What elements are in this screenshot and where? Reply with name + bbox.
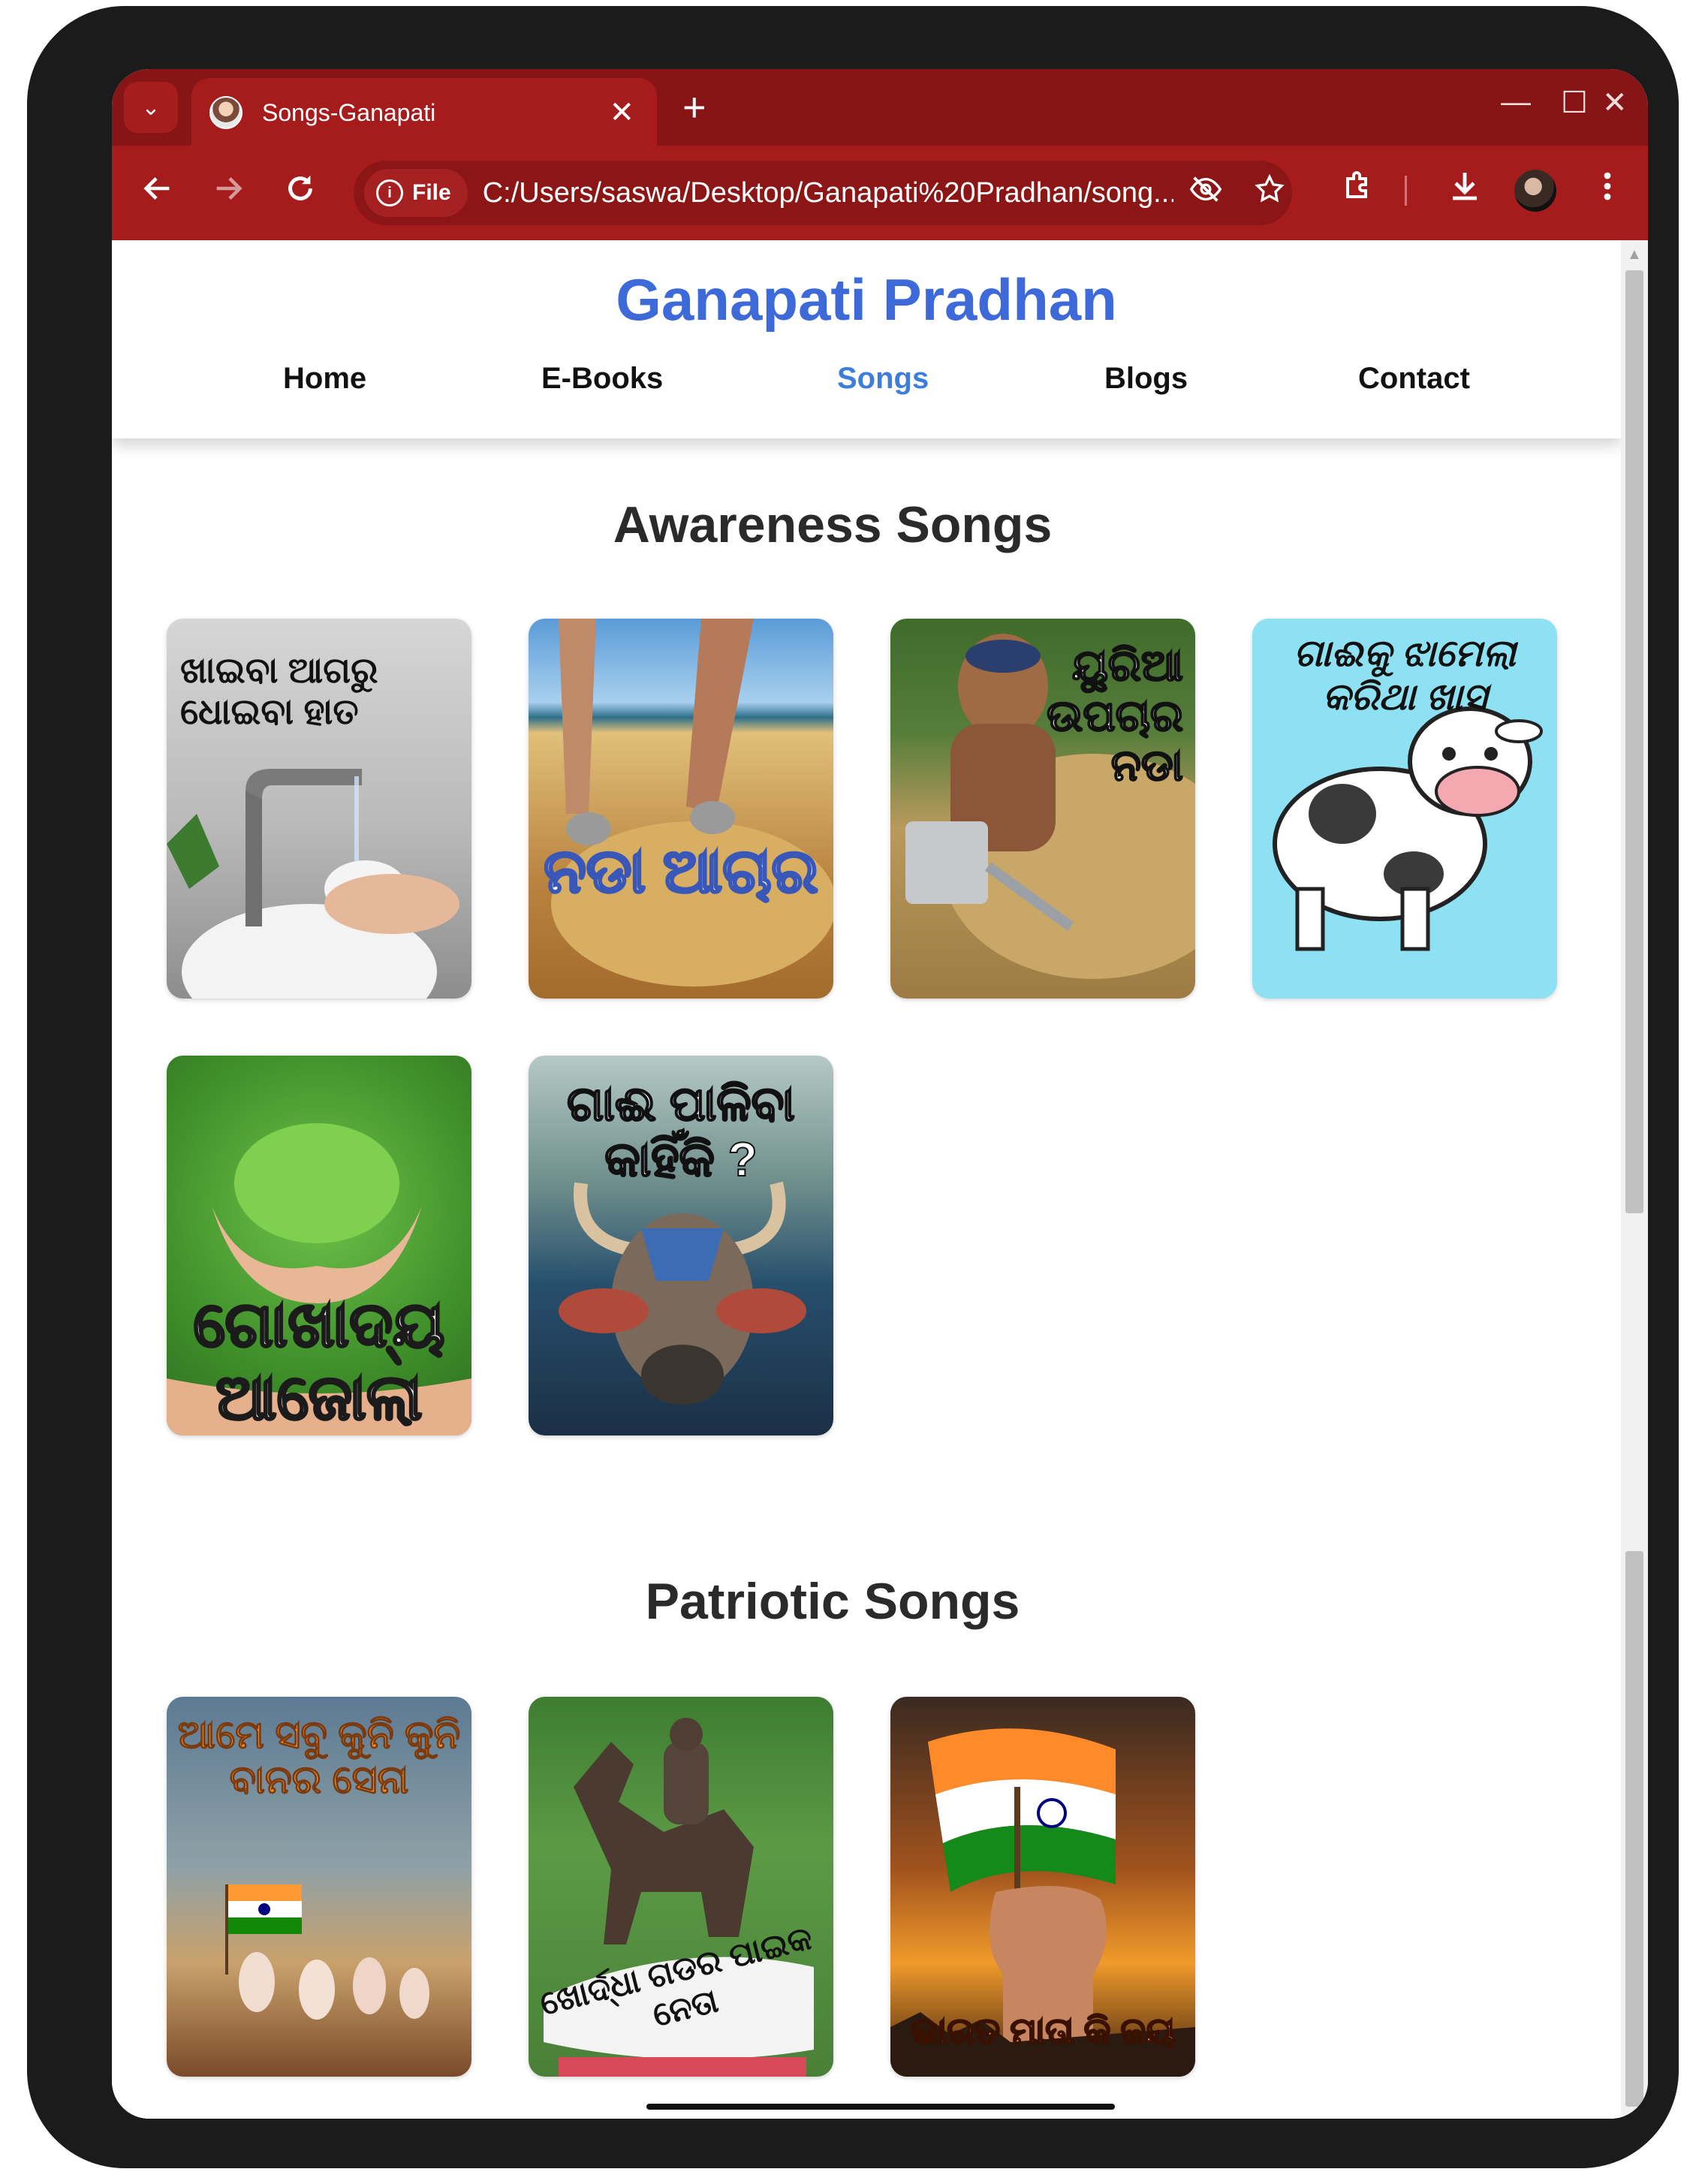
screen: ⌄ Songs-Ganapati ✕ + — ☐ ✕ i File C:/Use… <box>112 69 1648 2119</box>
card-caption: ଆମେ ସବୁ କୁନି କୁନି ବାନର ସେନା <box>177 1713 461 1803</box>
tab-title: Songs-Ganapati <box>262 98 436 126</box>
tab-close-icon[interactable]: ✕ <box>609 95 634 130</box>
toolbar-divider <box>1405 176 1407 206</box>
page-content: Ganapati Pradhan Home E-Books Songs Blog… <box>112 240 1621 2119</box>
browser-tab[interactable]: Songs-Ganapati ✕ <box>191 78 657 147</box>
star-icon[interactable] <box>1253 173 1286 213</box>
scroll-thumb[interactable] <box>1625 1551 1643 2107</box>
card-caption: ଭାରତ ମାତା କି ଜୟ <box>910 2011 1176 2052</box>
song-card-azolla[interactable]: ଗୋଖାଦ୍ୟ ଆଜୋଲା <box>167 1056 471 1435</box>
url-text[interactable]: C:/Users/saswa/Desktop/Ganapati%20Pradha… <box>483 177 1173 209</box>
scroll-track-upper[interactable] <box>1625 270 1643 1213</box>
nav-blogs[interactable]: Blogs <box>1104 362 1188 396</box>
song-card-bull[interactable]: ଗାଈ ପାଳିବା କାହିଁକି ? <box>529 1056 833 1435</box>
tab-favicon <box>209 96 242 129</box>
site-info-chip[interactable]: i File <box>364 169 468 217</box>
home-indicator[interactable] <box>646 2104 1115 2110</box>
forward-arrow-icon[interactable] <box>211 171 246 212</box>
card-caption: ନଡା ଆଚାର <box>543 836 820 906</box>
browser-toolbar: i File C:/Users/saswa/Desktop/Ganapati%2… <box>112 146 1648 240</box>
reload-icon[interactable] <box>283 171 318 212</box>
vertical-scrollbar[interactable]: ▲ <box>1621 240 1648 2119</box>
card-caption: ଗାଈ ପାଳିବା କାହିଁକି ? <box>566 1076 796 1187</box>
download-icon[interactable] <box>1447 168 1483 212</box>
song-card-straw[interactable]: ନଡା ଆଚାର <box>529 619 833 999</box>
back-arrow-icon[interactable] <box>140 171 175 212</box>
scroll-up-icon[interactable]: ▲ <box>1627 246 1642 264</box>
address-bar[interactable]: i File C:/Users/saswa/Desktop/Ganapati%2… <box>354 161 1292 225</box>
song-card-horse-statue[interactable]: ଖୋର୍ଦ୍ଧା ଗଡର ପାଇକ ନେତା <box>529 1697 833 2077</box>
song-card-hand-washing[interactable]: ଖାଇବା ଆଗରୁ ଧୋଇବା ହାତ <box>167 619 471 999</box>
site-title: Ganapati Pradhan <box>616 267 1117 333</box>
card-caption: ଗୋଖାଦ୍ୟ ଆଜୋଲା <box>192 1288 446 1433</box>
song-card-children-flag[interactable]: ଆମେ ସବୁ କୁନି କୁନି ବାନର ସେନା <box>167 1697 471 2077</box>
song-card-cow-cartoon[interactable]: ଗାଈକୁ ଝାମେଲା କରିଥା ଖାସ <box>1252 619 1557 999</box>
eye-off-icon[interactable] <box>1188 172 1223 214</box>
song-card-fist-flag[interactable]: ଭାରତ ମାତା କି ଜୟ <box>890 1697 1195 2077</box>
maximize-button[interactable]: ☐ <box>1561 86 1588 120</box>
card-caption: ଖାଇବା ଆଗରୁ ଧୋଇବା ହାତ <box>180 651 378 733</box>
card-caption: ୟୁରିଆ ଉପଚାର ନଡା <box>1046 640 1184 791</box>
section-title-patriotic: Patriotic Songs <box>645 1573 1020 1630</box>
straw-bundle-illustration <box>551 619 833 987</box>
new-tab-button[interactable]: + <box>682 84 706 131</box>
song-card-urea-straw[interactable]: ୟୁରିଆ ଉପଚାର ନଡା <box>890 619 1195 999</box>
card-caption: ଗାଈକୁ ଝାମେଲା କରିଥା ଖାସ <box>1294 632 1516 718</box>
profile-avatar[interactable] <box>1514 170 1556 212</box>
site-header: Ganapati Pradhan Home E-Books Songs Blog… <box>112 240 1621 438</box>
nav-contact[interactable]: Contact <box>1358 362 1470 396</box>
section-title-awareness: Awareness Songs <box>613 496 1053 553</box>
nav-songs[interactable]: Songs <box>837 362 929 396</box>
kebab-menu-icon[interactable] <box>1600 168 1615 212</box>
chevron-down-icon[interactable]: ⌄ <box>124 82 178 133</box>
browser-titlebar: ⌄ Songs-Ganapati ✕ + — ☐ ✕ <box>112 69 1648 147</box>
nav-home[interactable]: Home <box>283 362 366 396</box>
nav-ebooks[interactable]: E-Books <box>541 362 663 396</box>
extensions-icon[interactable] <box>1340 168 1376 212</box>
close-window-button[interactable]: ✕ <box>1602 86 1628 120</box>
file-label: File <box>412 180 451 205</box>
info-icon: i <box>376 179 403 206</box>
tablet-frame: ⌄ Songs-Ganapati ✕ + — ☐ ✕ i File C:/Use… <box>27 6 1679 2168</box>
minimize-button[interactable]: — <box>1501 86 1531 119</box>
